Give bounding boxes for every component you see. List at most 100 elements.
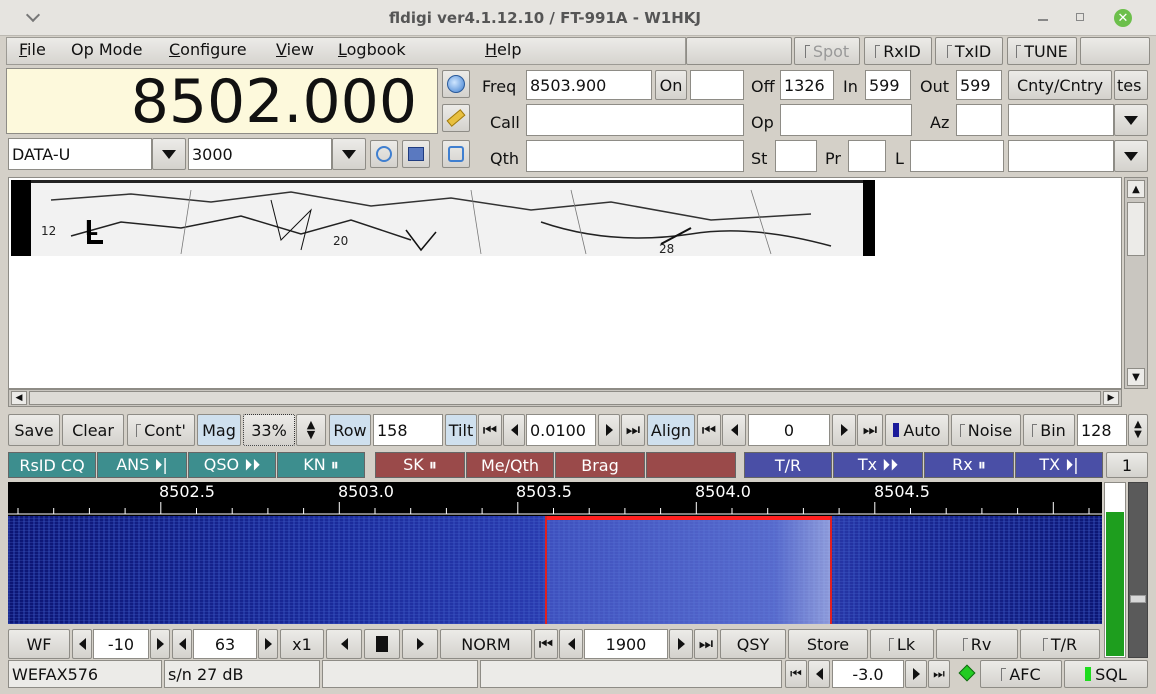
frequency-display[interactable]: 8502.000 <box>6 67 438 137</box>
rx-image-panel[interactable]: 12 L 20 28 <box>8 177 1122 389</box>
rst-in-field[interactable]: 599 <box>865 70 911 100</box>
wf-left-icon[interactable] <box>326 629 362 659</box>
zoom-button[interactable]: x1 <box>280 629 324 659</box>
country-select[interactable] <box>1008 104 1114 136</box>
globe-icon[interactable] <box>442 70 470 98</box>
store-button[interactable]: Store <box>788 629 868 659</box>
scroll-left-arrow-icon[interactable]: ◀ <box>11 391 27 405</box>
frequency-scale[interactable]: 8502.5 8503.0 8503.5 8504.0 8504.5 <box>8 482 1102 516</box>
afc-left-icon[interactable] <box>808 660 830 688</box>
align-left-icon[interactable] <box>722 414 746 446</box>
txid-toggle[interactable]: TxID <box>935 37 1003 65</box>
wf-range-field[interactable]: 63 <box>193 629 257 659</box>
center-left-icon[interactable] <box>559 629 583 659</box>
afc-fast-left-icon[interactable]: ⏮ <box>785 660 807 688</box>
scroll-up-arrow-icon[interactable]: ▲ <box>1127 180 1145 198</box>
on-time-field[interactable] <box>690 70 744 100</box>
menu-configure[interactable]: Configure <box>169 40 247 59</box>
norm-button[interactable]: NORM <box>440 629 532 659</box>
clear-button[interactable]: Clear <box>62 414 124 446</box>
state-field[interactable] <box>775 140 817 172</box>
menu-help[interactable]: Help <box>485 40 521 59</box>
row-field[interactable]: 158 <box>373 414 443 446</box>
tilt-left-icon[interactable] <box>503 414 525 446</box>
macro-ans[interactable]: ANS ⏵| <box>97 452 187 478</box>
align-fast-left-icon[interactable]: ⏮ <box>697 414 721 446</box>
bandwidth-dropdown-button[interactable] <box>332 138 366 170</box>
macro-kn[interactable]: KN ⏸ <box>277 452 365 478</box>
macro-sk[interactable]: SK ⏸ <box>375 452 465 478</box>
minimize-icon[interactable] <box>1038 19 1048 21</box>
locator-field[interactable] <box>910 140 1004 172</box>
rx-vertical-scrollbar[interactable]: ▲ ▼ <box>1124 177 1148 389</box>
tilt-field[interactable]: 0.0100 <box>526 414 596 446</box>
memory-icon[interactable] <box>402 140 430 168</box>
range-right-icon[interactable] <box>258 629 278 659</box>
qth-field[interactable] <box>526 140 744 172</box>
bin-spinner-icon[interactable]: ▲ ▼ <box>1128 414 1148 446</box>
op-field[interactable] <box>780 104 912 136</box>
scroll-thumb[interactable] <box>1127 202 1145 256</box>
extra-dropdown-button[interactable] <box>1114 140 1148 172</box>
spot-toggle[interactable]: Spot <box>794 37 860 65</box>
align-right-icon[interactable] <box>832 414 856 446</box>
menu-logbook[interactable]: Logbook <box>338 40 406 59</box>
tune-toggle[interactable]: TUNE <box>1007 37 1077 65</box>
continuous-toggle[interactable]: Cont' <box>127 414 195 446</box>
tilt-right-icon[interactable] <box>598 414 620 446</box>
afc-right-icon[interactable] <box>905 660 927 688</box>
call-field[interactable] <box>526 104 744 136</box>
extra-select[interactable] <box>1008 140 1114 172</box>
align-fast-right-icon[interactable]: ⏭ <box>857 414 883 446</box>
swap-icon[interactable] <box>370 140 398 168</box>
qsy-button[interactable]: QSY <box>720 629 786 659</box>
tilt-fast-left-icon[interactable]: ⏮ <box>478 414 502 446</box>
reverse-toggle[interactable]: Rv <box>936 629 1018 659</box>
waterfall[interactable] <box>8 516 1102 624</box>
status-mode[interactable]: WEFAX576 <box>8 660 162 688</box>
tr-toggle[interactable]: T/R <box>1020 629 1100 659</box>
rxid-toggle[interactable]: RxID <box>864 37 932 65</box>
center-right-icon[interactable] <box>669 629 693 659</box>
center-frequency-field[interactable]: 1900 <box>584 629 668 659</box>
off-field[interactable]: 1326 <box>780 70 834 100</box>
az-field[interactable] <box>956 104 1002 136</box>
lock-toggle[interactable]: Lk <box>870 629 934 659</box>
mode-select[interactable]: DATA-U <box>8 138 152 170</box>
wf-pause-icon[interactable] <box>364 629 400 659</box>
save-button[interactable]: Save <box>8 414 60 446</box>
macro-bank-button[interactable]: 1 <box>1106 452 1148 478</box>
blank-top-button-2[interactable] <box>1080 37 1150 65</box>
noise-toggle[interactable]: Noise <box>951 414 1021 446</box>
squelch-slider[interactable] <box>1128 482 1148 658</box>
province-field[interactable] <box>848 140 886 172</box>
center-fast-left-icon[interactable]: ⏮ <box>534 629 558 659</box>
align-field[interactable]: 0 <box>748 414 830 446</box>
notes-tab[interactable]: tes <box>1114 70 1148 100</box>
ref-right-icon[interactable] <box>150 629 170 659</box>
macro-me-qth[interactable]: Me/Qth <box>466 452 554 478</box>
bin-toggle[interactable]: Bin <box>1023 414 1075 446</box>
scroll-right-arrow-icon[interactable]: ▶ <box>1103 391 1119 405</box>
broom-icon[interactable] <box>442 104 470 132</box>
mode-dropdown-button[interactable] <box>152 138 186 170</box>
macro-brag[interactable]: Brag <box>555 452 645 478</box>
freq-field[interactable]: 8503.900 <box>526 70 652 100</box>
macro-qso[interactable]: QSO ⏵⏵ <box>188 452 276 478</box>
wf-mode-button[interactable]: WF <box>8 629 70 659</box>
macro-blank[interactable] <box>646 452 736 478</box>
wf-right-icon[interactable] <box>402 629 438 659</box>
hscroll-thumb[interactable] <box>29 391 1101 405</box>
scroll-down-arrow-icon[interactable]: ▼ <box>1127 368 1145 386</box>
sql-toggle[interactable]: SQL <box>1064 660 1148 688</box>
bandwidth-select[interactable]: 3000 <box>188 138 332 170</box>
country-dropdown-button[interactable] <box>1114 104 1148 136</box>
rig-refresh-icon[interactable] <box>442 140 470 168</box>
macro-tx[interactable]: Tx ⏵⏵ <box>833 452 923 478</box>
center-fast-right-icon[interactable]: ⏭ <box>694 629 718 659</box>
bin-field[interactable]: 128 <box>1077 414 1127 446</box>
ref-left-icon[interactable] <box>72 629 92 659</box>
maximize-icon[interactable] <box>1076 13 1084 21</box>
blank-top-button[interactable] <box>686 37 792 65</box>
rx-horizontal-scrollbar[interactable]: ◀ ▶ <box>8 389 1122 407</box>
